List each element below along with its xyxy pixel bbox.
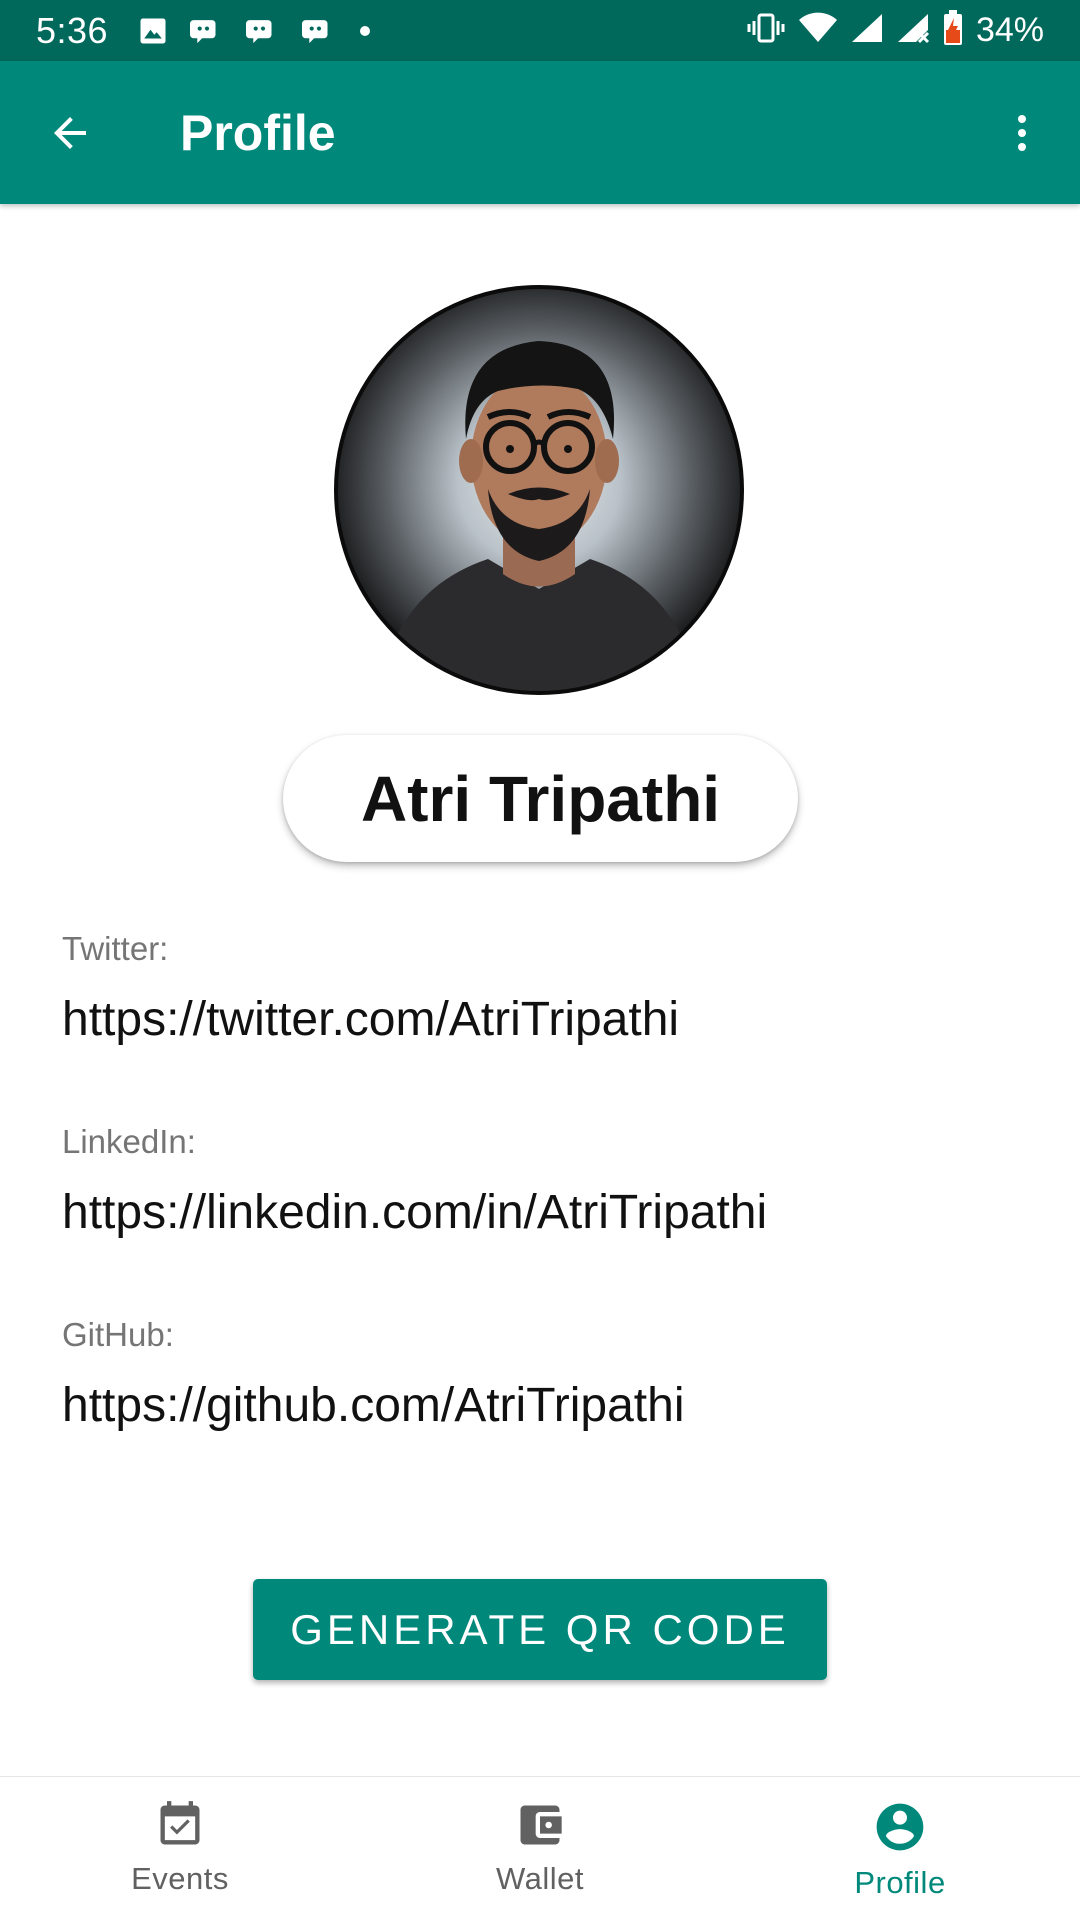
- discord-icon: [302, 16, 336, 46]
- twitter-link[interactable]: https://twitter.com/AtriTripathi: [62, 992, 679, 1047]
- github-label: GitHub:: [62, 1316, 174, 1353]
- bottom-navigation: Events Wallet Profile: [0, 1776, 1080, 1920]
- github-link-section: GitHub: https://github.com/AtriTripathi: [62, 1316, 684, 1433]
- dot-icon: [358, 24, 372, 38]
- wallet-icon: [520, 1805, 562, 1845]
- twitter-link-section: Twitter: https://twitter.com/AtriTripath…: [62, 930, 679, 1047]
- more-options-button[interactable]: [986, 97, 1058, 169]
- generate-qr-code-button[interactable]: GENERATE QR CODE: [253, 1579, 827, 1680]
- avatar: [334, 285, 744, 695]
- arrow-back-icon: [54, 116, 86, 149]
- linkedin-link[interactable]: https://linkedin.com/in/AtriTripathi: [62, 1185, 767, 1240]
- account-circle-icon: [876, 1803, 924, 1851]
- status-bar: 5:36 34%: [0, 0, 1080, 61]
- profile-name-card: Atri Tripathi: [283, 735, 798, 862]
- notification-icons: [138, 16, 372, 46]
- github-link[interactable]: https://github.com/AtriTripathi: [62, 1378, 684, 1433]
- app-bar: Profile: [0, 61, 1080, 204]
- battery-percent: 34%: [975, 11, 1044, 49]
- signal-icon: [850, 12, 884, 49]
- more-vert-icon: [1018, 114, 1026, 151]
- signal-no-data-icon: [896, 12, 930, 49]
- system-icons: 34%: [746, 10, 1044, 51]
- image-icon: [138, 16, 168, 46]
- discord-icon: [246, 16, 280, 46]
- nav-label-wallet: Wallet: [496, 1861, 584, 1896]
- nav-label-events: Events: [131, 1861, 229, 1896]
- profile-name: Atri Tripathi: [360, 762, 721, 835]
- page-title: Profile: [180, 104, 336, 161]
- back-button[interactable]: [34, 97, 106, 169]
- vibrate-icon: [746, 12, 786, 49]
- wifi-icon: [798, 12, 838, 49]
- avatar-portrait: [378, 341, 700, 691]
- nav-item-events[interactable]: Events: [0, 1777, 360, 1920]
- battery-charging-icon: [942, 10, 964, 51]
- linkedin-link-section: LinkedIn: https://linkedin.com/in/AtriTr…: [62, 1123, 767, 1240]
- nav-item-wallet[interactable]: Wallet: [360, 1777, 720, 1920]
- twitter-label: Twitter:: [62, 930, 169, 967]
- nav-item-profile[interactable]: Profile: [720, 1777, 1080, 1920]
- status-time: 5:36: [36, 9, 109, 51]
- nav-label-profile: Profile: [854, 1865, 946, 1900]
- discord-icon: [190, 16, 224, 46]
- calendar-check-icon: [160, 1801, 200, 1845]
- linkedin-label: LinkedIn:: [62, 1123, 196, 1160]
